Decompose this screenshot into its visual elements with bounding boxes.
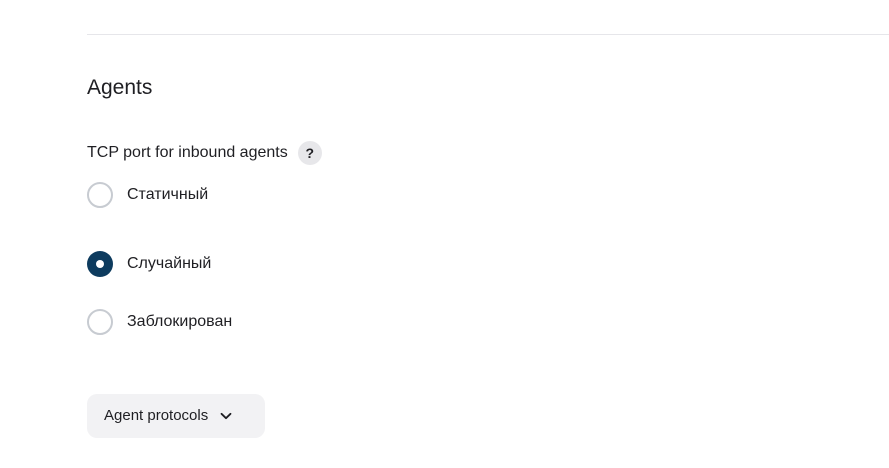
help-icon[interactable]: ? — [297, 141, 322, 165]
radio-label-disabled: Заблокирован — [127, 313, 233, 330]
agent-protocols-button[interactable]: Agent protocols — [87, 394, 265, 438]
radio-static[interactable] — [87, 182, 113, 208]
radio-random[interactable] — [87, 251, 113, 277]
chevron-down-icon — [219, 409, 233, 423]
agent-protocols-label: Agent protocols — [104, 407, 209, 424]
radio-option-random[interactable]: Случайный — [87, 250, 211, 278]
radio-disabled[interactable] — [87, 309, 113, 335]
section-title: Agents — [87, 76, 153, 99]
tcp-port-label: TCP port for inbound agents — [87, 144, 288, 161]
tcp-port-field-header: TCP port for inbound agents ? — [87, 141, 322, 165]
section-divider — [87, 34, 889, 35]
radio-label-random: Случайный — [127, 255, 212, 272]
radio-dot — [96, 260, 104, 268]
radio-option-static[interactable]: Статичный — [87, 181, 208, 209]
radio-option-disabled[interactable]: Заблокирован — [87, 308, 232, 336]
radio-label-static: Статичный — [127, 186, 209, 203]
